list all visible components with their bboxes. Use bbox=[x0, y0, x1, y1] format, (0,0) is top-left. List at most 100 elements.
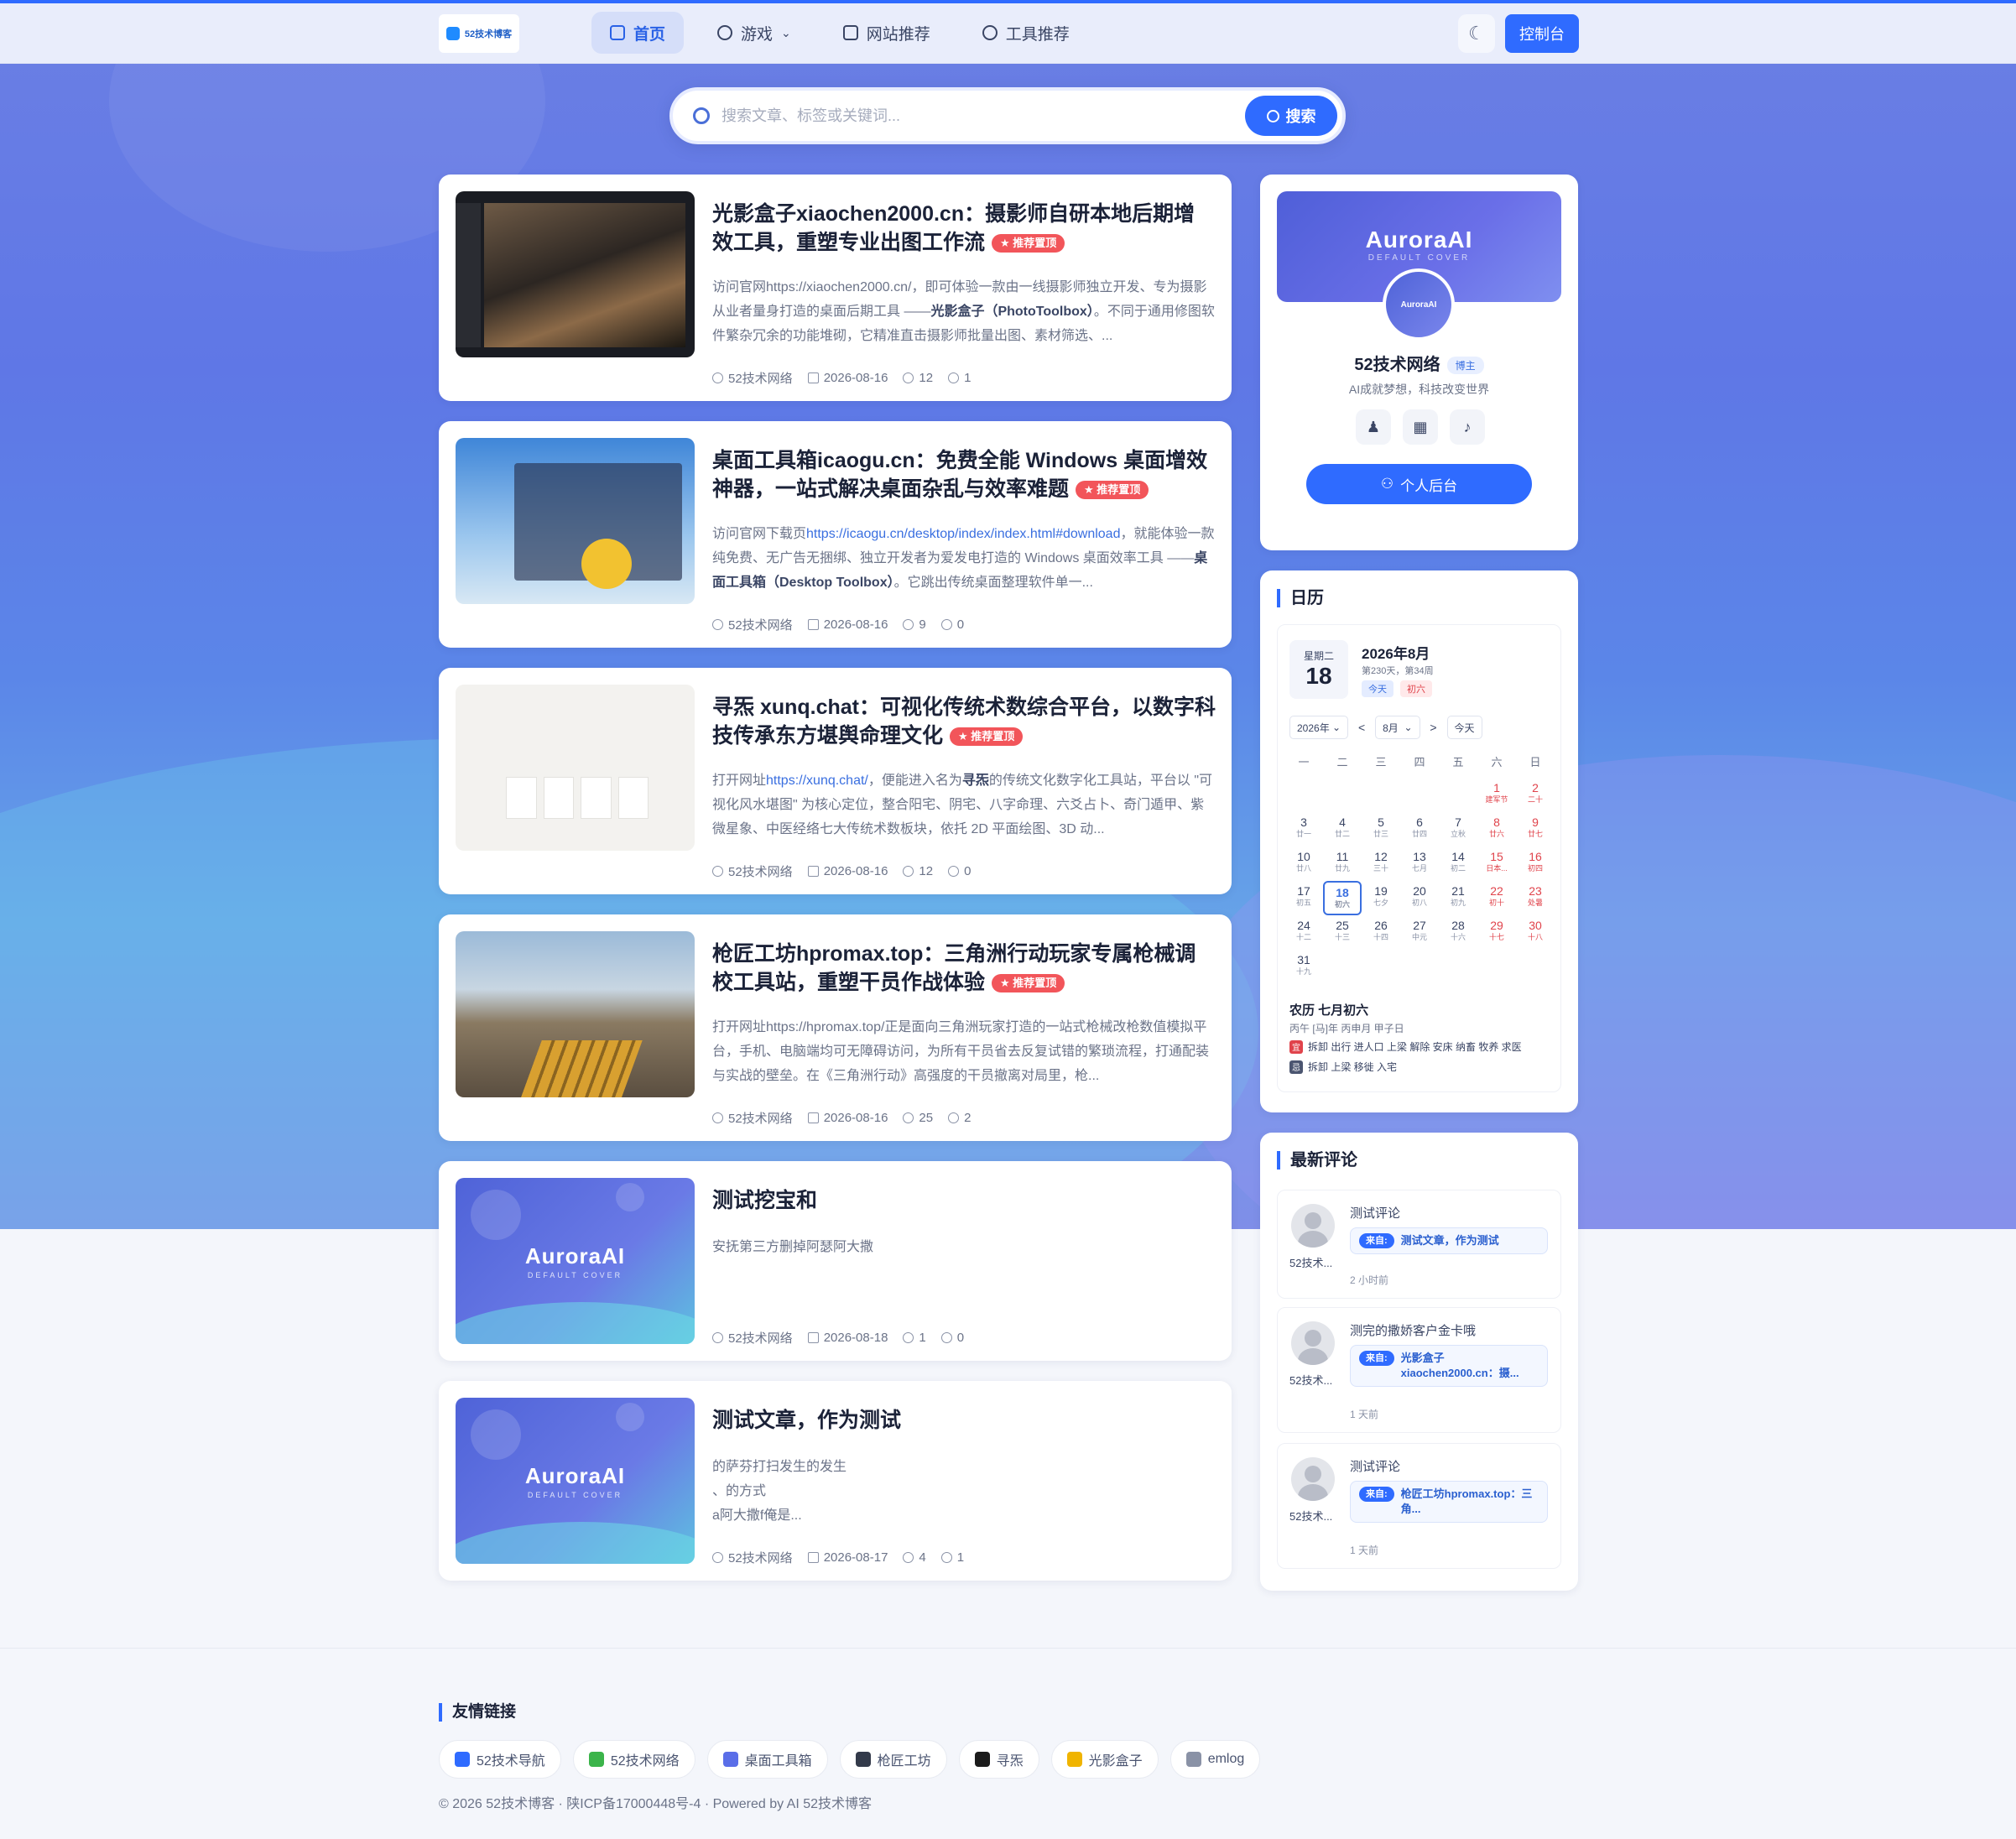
calendar-day[interactable]: 4 廿二 bbox=[1323, 812, 1362, 847]
friend-link[interactable]: 桌面工具箱 bbox=[706, 1740, 828, 1779]
friend-link-label: 52技术网络 bbox=[610, 1754, 680, 1769]
comment-item[interactable]: 52技术... 测试评论 来自: 测试文章，作为测试 2 小时前 bbox=[1277, 1190, 1561, 1299]
friend-link[interactable]: 光影盒子 bbox=[1050, 1740, 1159, 1779]
article-thumbnail[interactable] bbox=[456, 685, 695, 851]
excerpt-link[interactable]: https://icaogu.cn/desktop/index/index.ht… bbox=[806, 527, 1120, 541]
calendar-day[interactable]: 5 廿三 bbox=[1362, 812, 1400, 847]
article-card[interactable]: 光影盒子xiaochen2000.cn：摄影师自研本地后期增效工具，重塑专业出图… bbox=[439, 175, 1232, 401]
avatar[interactable]: AuroraAI bbox=[1383, 268, 1455, 341]
friend-link[interactable]: 枪匠工坊 bbox=[839, 1740, 947, 1779]
calendar-day[interactable]: 24 十二 bbox=[1284, 915, 1323, 950]
next-month-button[interactable]: > bbox=[1427, 721, 1440, 734]
calendar-day[interactable]: 30 十八 bbox=[1516, 915, 1555, 950]
nav-item-sites[interactable]: 网站推荐 bbox=[825, 12, 949, 54]
weekday-header: 四 bbox=[1414, 756, 1425, 768]
friend-link[interactable]: emlog bbox=[1169, 1740, 1261, 1779]
calendar-day[interactable]: 20 初八 bbox=[1400, 881, 1439, 915]
console-button[interactable]: 控制台 bbox=[1505, 14, 1579, 53]
gun-icon bbox=[855, 1752, 871, 1767]
calendar-day[interactable]: 6 廿四 bbox=[1400, 812, 1439, 847]
search-button[interactable]: 搜索 bbox=[1245, 96, 1337, 136]
calendar-day[interactable]: 25 十三 bbox=[1323, 915, 1362, 950]
logo-text: 52技术博客 bbox=[464, 29, 513, 39]
inauspicious-label: 忌 bbox=[1289, 1060, 1303, 1074]
calendar-day[interactable]: 22 初十 bbox=[1477, 881, 1516, 915]
calendar-day[interactable]: 16 初四 bbox=[1516, 847, 1555, 881]
calendar-day[interactable]: 9 廿七 bbox=[1516, 812, 1555, 847]
comment-item[interactable]: 52技术... 测试评论 来自: 枪匠工坊hpromax.top：三角... 1… bbox=[1277, 1443, 1561, 1569]
article-card[interactable]: AuroraAI DEFAULT COVER 测试文章，作为测试 的萨芬打扫发生… bbox=[439, 1381, 1232, 1581]
calendar-day[interactable]: 18 初六 bbox=[1323, 881, 1362, 915]
calendar-day[interactable]: 7 立秋 bbox=[1439, 812, 1477, 847]
calendar-day[interactable]: 29 十七 bbox=[1477, 915, 1516, 950]
dashboard-button[interactable]: ⚇ 个人后台 bbox=[1306, 464, 1532, 504]
site-logo[interactable]: 52技术博客 bbox=[439, 14, 519, 53]
calendar-day[interactable]: 26 十四 bbox=[1362, 915, 1400, 950]
calendar-empty bbox=[1400, 950, 1439, 984]
camera-icon bbox=[1066, 1752, 1082, 1767]
recent-comments-card: 最新评论 52技术... 测试评论 来自: 测试文章，作为测试 2 小时前 52… bbox=[1260, 1133, 1578, 1591]
nav-item-home[interactable]: 首页 bbox=[591, 12, 685, 54]
article-title[interactable]: 寻炁 xunq.chat：可视化传统术数综合平台，以数字科技传承东方堪舆命理文化… bbox=[712, 693, 1216, 750]
calendar-day[interactable]: 8 廿六 bbox=[1477, 812, 1516, 847]
article-thumbnail[interactable] bbox=[456, 438, 695, 604]
article-title[interactable]: 桌面工具箱icaogu.cn：免费全能 Windows 桌面增效神器，一站式解决… bbox=[712, 446, 1216, 503]
banner-title: AuroraAI bbox=[1365, 227, 1473, 253]
today-button[interactable]: 今天 bbox=[1446, 716, 1482, 739]
calendar-day[interactable]: 11 廿九 bbox=[1323, 847, 1362, 881]
calendar-day[interactable]: 10 廿八 bbox=[1284, 847, 1323, 881]
article-thumbnail[interactable]: AuroraAI DEFAULT COVER bbox=[456, 1178, 695, 1344]
article-card[interactable]: 寻炁 xunq.chat：可视化传统术数综合平台，以数字科技传承东方堪舆命理文化… bbox=[439, 668, 1232, 894]
article-thumbnail[interactable] bbox=[456, 191, 695, 357]
calendar-day[interactable]: 12 三十 bbox=[1362, 847, 1400, 881]
lunar-day: 十七 bbox=[1488, 933, 1504, 941]
lunar-day: 十九 bbox=[1295, 967, 1311, 976]
prev-month-button[interactable]: < bbox=[1355, 721, 1368, 734]
calendar-day[interactable]: 14 初二 bbox=[1439, 847, 1477, 881]
article-title[interactable]: 测试挖宝和 bbox=[712, 1186, 1216, 1215]
search-input[interactable] bbox=[721, 102, 1242, 129]
excerpt-link[interactable]: https://xunq.chat/ bbox=[766, 774, 868, 788]
friend-link[interactable]: 寻炁 bbox=[958, 1740, 1039, 1779]
article-thumbnail[interactable]: AuroraAI DEFAULT COVER bbox=[456, 1398, 695, 1564]
year-select[interactable]: 2026年 ⌄ bbox=[1289, 716, 1349, 739]
calendar-icon[interactable]: ▦ bbox=[1403, 409, 1438, 445]
calendar-day[interactable]: 3 廿一 bbox=[1284, 812, 1323, 847]
calendar-day[interactable]: 21 初九 bbox=[1439, 881, 1477, 915]
article-thumbnail[interactable] bbox=[456, 931, 695, 1097]
friend-link[interactable]: 52技术导航 bbox=[439, 1740, 561, 1779]
friend-link-label: 枪匠工坊 bbox=[877, 1754, 931, 1769]
calendar-empty bbox=[1323, 778, 1362, 812]
calendar-day[interactable]: 13 七月 bbox=[1400, 847, 1439, 881]
theme-toggle-button[interactable]: ☾ bbox=[1458, 14, 1495, 53]
month-select[interactable]: 8月 ⌄ bbox=[1375, 716, 1420, 739]
cover-subtitle: DEFAULT COVER bbox=[527, 1490, 623, 1499]
calendar-day[interactable]: 23 处暑 bbox=[1516, 881, 1555, 915]
tiktok-icon[interactable]: ♪ bbox=[1450, 409, 1485, 445]
calendar-day[interactable]: 31 十九 bbox=[1284, 950, 1323, 984]
article-card[interactable]: 桌面工具箱icaogu.cn：免费全能 Windows 桌面增效神器，一站式解决… bbox=[439, 421, 1232, 648]
nav-item-games[interactable]: 游戏 ⌄ bbox=[699, 12, 810, 54]
friend-link[interactable]: 52技术网络 bbox=[572, 1740, 695, 1779]
source-title: 光影盒子xiaochen2000.cn：摄... bbox=[1400, 1352, 1519, 1379]
friend-link-label: 寻炁 bbox=[996, 1754, 1024, 1769]
article-title[interactable]: 枪匠工坊hpromax.top：三角洲行动玩家专属枪械调校工具站，重塑干员作战体… bbox=[712, 940, 1216, 997]
article-title[interactable]: 测试文章，作为测试 bbox=[712, 1406, 1216, 1435]
nav-item-tools[interactable]: 工具推荐 bbox=[964, 12, 1088, 54]
comment-source[interactable]: 来自: 测试文章，作为测试 bbox=[1350, 1227, 1548, 1254]
calendar-day[interactable]: 27 中元 bbox=[1400, 915, 1439, 950]
article-title[interactable]: 光影盒子xiaochen2000.cn：摄影师自研本地后期增效工具，重塑专业出图… bbox=[712, 200, 1216, 257]
calendar-day[interactable]: 1 建军节 bbox=[1477, 778, 1516, 812]
calendar-day[interactable]: 15 日本... bbox=[1477, 847, 1516, 881]
calendar-day[interactable]: 19 七夕 bbox=[1362, 881, 1400, 915]
calendar-day[interactable]: 28 十六 bbox=[1439, 915, 1477, 950]
comment-source[interactable]: 来自: 光影盒子xiaochen2000.cn：摄... bbox=[1350, 1345, 1548, 1387]
comment-source[interactable]: 来自: 枪匠工坊hpromax.top：三角... bbox=[1350, 1481, 1548, 1523]
calendar-day[interactable]: 17 初五 bbox=[1284, 881, 1323, 915]
calendar-day[interactable]: 2 二十 bbox=[1516, 778, 1555, 812]
article-card[interactable]: AuroraAI DEFAULT COVER 测试挖宝和 安抚第三方删掉阿瑟阿大… bbox=[439, 1161, 1232, 1361]
article-card[interactable]: 枪匠工坊hpromax.top：三角洲行动玩家专属枪械调校工具站，重塑干员作战体… bbox=[439, 914, 1232, 1141]
qq-icon[interactable]: ♟ bbox=[1356, 409, 1391, 445]
comment-item[interactable]: 52技术... 测完的撒娇客户金卡哦 来自: 光影盒子xiaochen2000.… bbox=[1277, 1307, 1561, 1433]
main-nav: 首页 游戏 ⌄ 网站推荐 工具推荐 bbox=[591, 12, 1088, 54]
